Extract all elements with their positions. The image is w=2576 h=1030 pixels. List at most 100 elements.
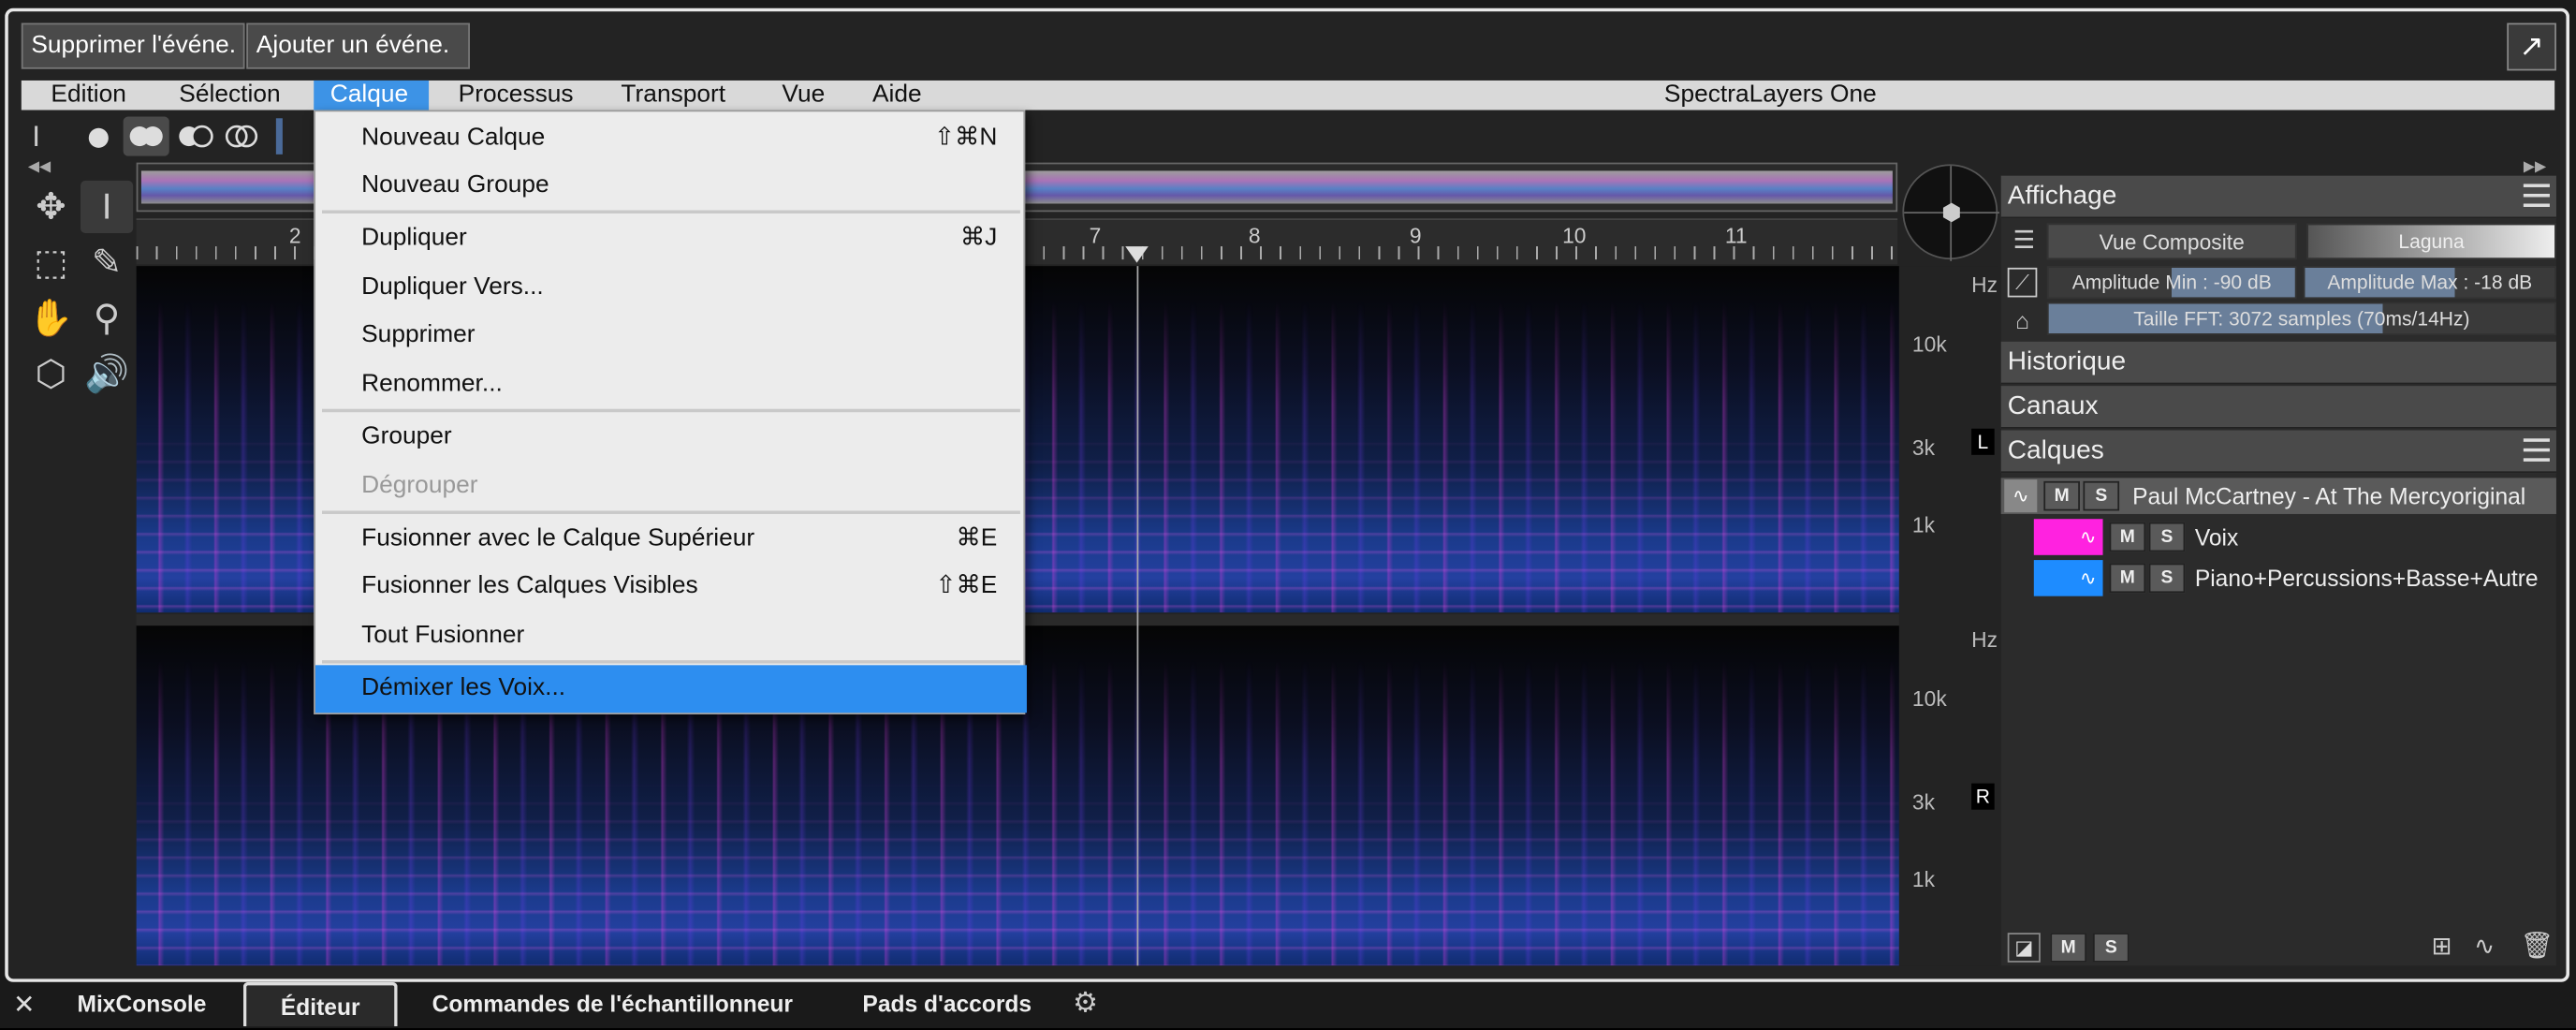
shortcut: ⇧⌘E [935, 571, 998, 600]
paint-bucket-icon[interactable]: ◪ [2007, 933, 2041, 963]
menu-icon[interactable] [2523, 438, 2550, 462]
colormap-select[interactable]: Laguna [2306, 223, 2556, 260]
menu-item-renommer[interactable]: Renommer... [315, 361, 1027, 407]
mute-button[interactable]: M [2043, 480, 2080, 511]
historique-header[interactable]: Historique [2000, 341, 2556, 385]
menu-item-dupliquer-vers[interactable]: Dupliquer Vers... [315, 264, 1027, 310]
freq-label: 1k [1911, 512, 1936, 537]
playhead-marker[interactable] [1125, 246, 1149, 263]
menu-aide[interactable]: Aide [872, 81, 922, 110]
ruler-tick: 8 [1248, 223, 1261, 248]
delete-event-button[interactable]: Supprimer l'événe. [21, 22, 245, 69]
speaker-tool-icon[interactable]: 🔊 [80, 348, 133, 401]
hand-tool-icon[interactable]: ✋ [24, 292, 77, 345]
intersect-select-icon[interactable] [222, 120, 261, 153]
gear-icon[interactable]: ⚙ [1073, 987, 1098, 1020]
layer-row-piano[interactable]: ∿ M S Piano+Percussions+Basse+Autre [2033, 560, 2556, 596]
zoom-tool-icon[interactable]: ⚲ [80, 292, 133, 345]
mute-all-button[interactable]: M [2050, 933, 2086, 963]
expand-icon[interactable]: ↗ [2507, 22, 2556, 71]
add-layer-icon[interactable]: ⊞ [2432, 931, 2465, 964]
ruler-tick: 10 [1562, 223, 1587, 248]
tab-editeur[interactable]: Éditeur [242, 981, 398, 1027]
menu-item-fusionner-superieur[interactable]: Fusionner avec le Calque Supérieur ⌘E [315, 516, 1027, 562]
menu-vue[interactable]: Vue [782, 81, 825, 110]
add-wave-icon[interactable]: ∿ [2474, 931, 2507, 964]
waveform-icon: ∿ [2004, 479, 2038, 513]
time-select-tool-icon[interactable]: I [80, 180, 134, 234]
shortcut: ⌘J [959, 223, 998, 252]
menu-item-fusionner-visibles[interactable]: Fusionner les Calques Visibles ⇧⌘E [315, 564, 1027, 610]
collapse-right-icon[interactable]: ▶▶ [2524, 157, 2546, 175]
menu-item-grouper[interactable]: Grouper [315, 414, 1027, 460]
menu-calque[interactable]: Calque [314, 80, 430, 110]
ruler-tick: 11 [1724, 223, 1748, 248]
amplitude-min-slider[interactable]: Amplitude Min : -90 dB [2046, 266, 2297, 300]
affichage-header[interactable]: Affichage [2000, 175, 2556, 219]
layer-name: Voix [2194, 523, 2239, 551]
hz-unit-label: Hz [1971, 626, 1998, 653]
solo-button[interactable]: S [2148, 563, 2186, 594]
calque-dropdown-menu: Nouveau Calque ⇧⌘N Nouveau Groupe Dupliqu… [314, 110, 1027, 714]
layer-row-voix[interactable]: ∿ M S Voix [2033, 519, 2556, 555]
ruler-tick: 7 [1089, 223, 1102, 248]
text-cursor-icon[interactable]: I [28, 120, 45, 154]
composite-view-button[interactable]: Vue Composite [2046, 223, 2297, 260]
menu-edition[interactable]: Edition [51, 81, 126, 110]
menu-selection[interactable]: Sélection [179, 81, 280, 110]
menu-item-demixer-voix[interactable]: Démixer les Voix... [315, 665, 1027, 714]
add-event-button[interactable]: Ajouter un événe. [246, 22, 470, 69]
bottom-tab-bar: ✕ MixConsole Éditeur Commandes de l'écha… [0, 981, 2576, 1028]
hz-unit-label: Hz [1971, 272, 1998, 298]
tab-commandes-echantillonneur[interactable]: Commandes de l'échantillonneur [432, 982, 793, 1026]
collapse-left-icon[interactable]: ◀◀ [28, 157, 51, 175]
menu-item-tout-fusionner[interactable]: Tout Fusionner [315, 612, 1027, 658]
menu-transport[interactable]: Transport [621, 81, 725, 110]
cube-tool-icon[interactable]: ⬡ [24, 348, 77, 401]
brush-tool-icon[interactable]: ✎ [80, 237, 133, 289]
calques-header[interactable]: Calques [2000, 430, 2556, 474]
canaux-header[interactable]: Canaux [2000, 386, 2556, 429]
ruler-tick: 9 [1409, 223, 1422, 248]
layer-row-master[interactable]: ∿ M S Paul McCartney - At The Mercyorigi… [2000, 478, 2556, 514]
waveform-icon: ∿ [2033, 519, 2103, 555]
rect-select-tool-icon[interactable]: ⬚ [24, 237, 77, 289]
channel-right-label: R [1971, 783, 1995, 810]
mute-button[interactable]: M [2109, 563, 2146, 594]
shortcut: ⇧⌘N [933, 123, 998, 152]
view-navigator[interactable]: ⬢ [1902, 164, 1999, 261]
solo-button[interactable]: S [2148, 522, 2186, 552]
trash-icon[interactable]: 🗑 [2520, 930, 2554, 963]
menu-item-nouveau-groupe[interactable]: Nouveau Groupe [315, 163, 1027, 209]
playhead-line [1136, 266, 1139, 966]
menu-item-supprimer[interactable]: Supprimer [315, 312, 1027, 358]
cube-icon: ⬢ [1941, 199, 1962, 226]
solo-button[interactable]: S [2083, 480, 2120, 511]
menu-bar: Edition Sélection Calque Processus Trans… [21, 80, 2555, 110]
subtract-select-icon[interactable] [176, 120, 215, 153]
close-icon[interactable]: ✕ [13, 989, 36, 1022]
right-panel: Affichage ☰ Vue Composite Laguna ⟋ Ampli… [2000, 175, 2556, 966]
fft-icon: ⌂ [2015, 306, 2029, 334]
amplitude-max-slider[interactable]: Amplitude Max : -18 dB [2303, 266, 2556, 300]
mute-button[interactable]: M [2109, 522, 2146, 552]
fft-size-slider[interactable]: Taille FFT: 3072 samples (70ms/14Hz) [2046, 302, 2556, 335]
single-select-icon[interactable] [84, 124, 114, 154]
ruler-tick: 2 [288, 223, 301, 248]
menu-item-nouveau-calque[interactable]: Nouveau Calque ⇧⌘N [315, 115, 1027, 161]
move-tool-icon[interactable]: ✥ [24, 181, 77, 233]
menu-icon[interactable] [2523, 184, 2550, 207]
menu-item-dupliquer[interactable]: Dupliquer ⌘J [315, 215, 1027, 261]
add-select-icon[interactable] [123, 116, 169, 156]
freq-label: 10k [1911, 686, 1947, 712]
spectralayers-editor: Supprimer l'événe. Ajouter un événe. ↗ E… [0, 0, 2576, 1028]
amplitude-icon: ⟋ [2007, 267, 2038, 298]
selection-mode-bar: I [22, 115, 317, 158]
freq-label: 3k [1911, 789, 1936, 815]
tab-pads-accords[interactable]: Pads d'accords [862, 982, 1032, 1026]
layer-name: Piano+Percussions+Basse+Autre [2194, 565, 2539, 592]
tab-mixconsole[interactable]: MixConsole [77, 982, 206, 1026]
frequency-scale: Hz 10k 3k 1k Hz 10k 3k 1k [1898, 266, 1998, 966]
menu-processus[interactable]: Processus [459, 81, 574, 110]
solo-all-button[interactable]: S [2092, 933, 2130, 963]
